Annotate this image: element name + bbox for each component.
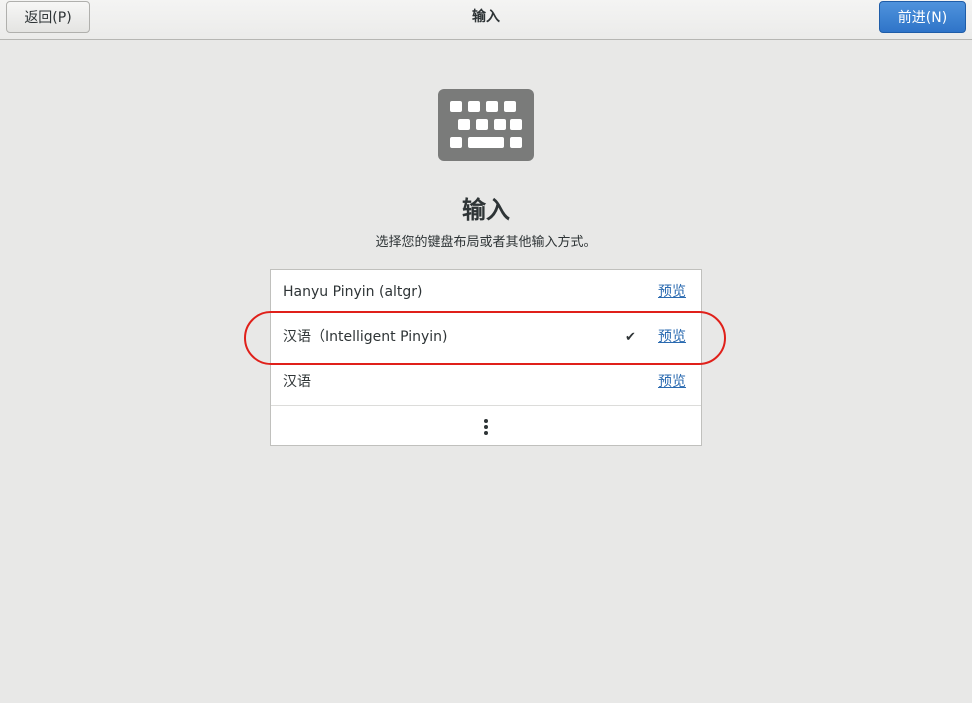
input-source-label: Hanyu Pinyin (altgr)	[283, 284, 423, 300]
header-bar: 返回(P) 输入 前进(N)	[0, 0, 972, 40]
checkmark-icon: ✔	[625, 330, 636, 345]
input-source-row-selected[interactable]: 汉语（Intelligent Pinyin) ✔ 预览	[271, 315, 701, 360]
page-subtitle: 选择您的键盘布局或者其他输入方式。	[375, 235, 597, 250]
keyboard-icon	[438, 89, 534, 161]
preview-link[interactable]: 预览	[658, 315, 686, 360]
back-button[interactable]: 返回(P)	[6, 1, 90, 33]
header-title: 输入	[472, 9, 500, 25]
next-button[interactable]: 前进(N)	[879, 1, 966, 33]
page-title: 输入	[462, 196, 510, 224]
preview-link[interactable]: 预览	[658, 270, 686, 315]
input-source-label: 汉语	[283, 374, 311, 390]
input-source-row[interactable]: 汉语 预览	[271, 360, 701, 405]
input-source-row[interactable]: Hanyu Pinyin (altgr) 预览	[271, 270, 701, 315]
input-source-list: Hanyu Pinyin (altgr) 预览 汉语（Intelligent P…	[270, 269, 702, 446]
preview-link[interactable]: 预览	[658, 360, 686, 405]
more-options-button[interactable]	[271, 405, 701, 445]
input-source-label: 汉语（Intelligent Pinyin)	[283, 329, 448, 345]
